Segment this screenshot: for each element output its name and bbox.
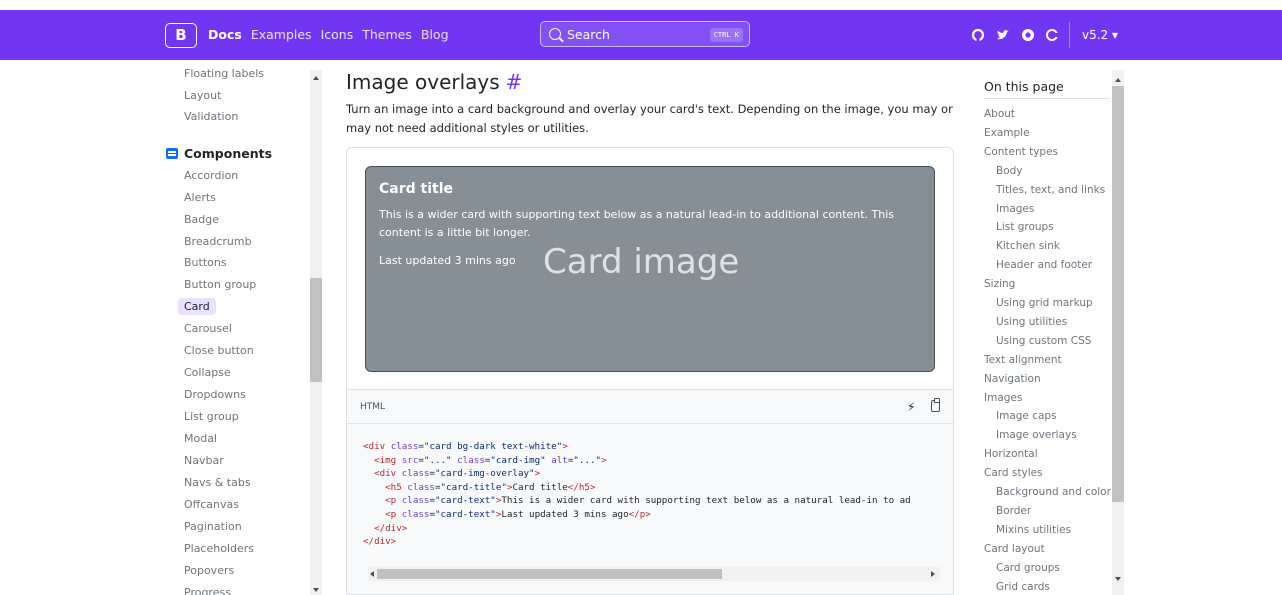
card-text: This is a wider card with supporting tex… xyxy=(379,208,895,239)
sidebar xyxy=(0,60,326,595)
page-title-text: Image overlays xyxy=(346,70,500,94)
toc-item[interactable]: Using custom CSS xyxy=(996,335,1091,347)
sidebar-item-validation[interactable]: Validation xyxy=(184,110,238,123)
toc-item[interactable]: Images xyxy=(984,392,1022,404)
scroll-right-icon[interactable] xyxy=(931,571,935,577)
sidebar-item-breadcrumb[interactable]: Breadcrumb xyxy=(184,235,252,248)
sidebar-item-list-group[interactable]: List group xyxy=(184,410,239,423)
toc-item[interactable]: Card styles xyxy=(984,467,1043,479)
card-image-placeholder: Card image xyxy=(543,242,740,282)
toc-item[interactable]: Example xyxy=(984,127,1030,139)
sidebar-scrollbar-thumb[interactable] xyxy=(310,278,322,382)
lightning-icon[interactable]: ⚡︎ xyxy=(907,400,915,414)
top-strip xyxy=(0,0,1282,10)
toc-item[interactable]: Image caps xyxy=(996,410,1057,422)
nav-link-docs[interactable]: Docs xyxy=(208,27,242,42)
sidebar-item-button-group[interactable]: Button group xyxy=(184,278,256,291)
toc-scrollbar-thumb[interactable] xyxy=(1112,86,1124,502)
sidebar-item-pagination[interactable]: Pagination xyxy=(184,520,242,533)
sidebar-item-close-button[interactable]: Close button xyxy=(184,344,254,357)
sidebar-item-navbar[interactable]: Navbar xyxy=(184,454,224,467)
image-overlay-card: Card title This is a wider card with sup… xyxy=(365,166,935,372)
toc-item[interactable]: List groups xyxy=(996,221,1054,233)
sidebar-item-card[interactable]: Card xyxy=(178,298,216,315)
components-section: Components xyxy=(166,146,272,161)
toc-item[interactable]: Border xyxy=(996,505,1031,517)
sidebar-item-modal[interactable]: Modal xyxy=(184,432,217,445)
sidebar-scroll-down-icon[interactable] xyxy=(313,588,319,592)
search-button[interactable]: Search CTRL K xyxy=(540,21,750,47)
toc-item[interactable]: Kitchen sink xyxy=(996,240,1060,252)
sidebar-item-carousel[interactable]: Carousel xyxy=(184,322,232,335)
nav-link-examples[interactable]: Examples xyxy=(251,27,312,42)
toc-item[interactable]: Navigation xyxy=(984,373,1041,385)
toc-item[interactable]: Content types xyxy=(984,146,1058,158)
top-navbar: B Docs Examples Icons Themes Blog Search… xyxy=(0,10,1282,60)
nav-link-icons[interactable]: Icons xyxy=(321,27,354,42)
sidebar-item-navs-tabs[interactable]: Navs & tabs xyxy=(184,476,251,489)
toc-item[interactable]: Card layout xyxy=(984,543,1045,555)
toc-item[interactable]: Titles, text, and links xyxy=(996,184,1105,196)
toc-item[interactable]: Card groups xyxy=(996,562,1060,574)
components-label: Components xyxy=(184,146,273,161)
sidebar-item-floating-labels[interactable]: Floating labels xyxy=(184,67,264,80)
toc-item[interactable]: Horizontal xyxy=(984,448,1038,460)
toc-item[interactable]: Grid cards xyxy=(996,581,1050,593)
card-updated: Last updated 3 mins ago xyxy=(379,254,516,267)
clipboard-icon[interactable] xyxy=(931,398,940,412)
toc-item[interactable]: Sizing xyxy=(984,278,1015,290)
code-language-label: HTML xyxy=(360,402,386,412)
section-description: Turn an image into a card background and… xyxy=(346,102,953,135)
twitter-icon[interactable] xyxy=(996,28,1010,42)
sidebar-item-dropdowns[interactable]: Dropdowns xyxy=(184,388,246,401)
toc-scroll-down-icon[interactable] xyxy=(1115,577,1121,581)
code-header: HTML ⚡︎ xyxy=(346,390,954,424)
nav-link-blog[interactable]: Blog xyxy=(421,27,449,42)
sidebar-item-layout[interactable]: Layout xyxy=(184,89,221,102)
toc-item[interactable]: Body xyxy=(996,165,1023,177)
sidebar-item-offcanvas[interactable]: Offcanvas xyxy=(184,498,239,511)
anchor-link[interactable]: # xyxy=(506,70,523,94)
nav-links: Docs Examples Icons Themes Blog xyxy=(208,27,449,42)
sidebar-item-popovers[interactable]: Popovers xyxy=(184,564,234,577)
toc-item[interactable]: Image overlays xyxy=(996,429,1077,441)
toc-scroll-up-icon[interactable] xyxy=(1115,78,1121,82)
sidebar-scroll-up-icon[interactable] xyxy=(313,76,319,80)
code-scrollbar-thumb[interactable] xyxy=(377,569,722,579)
toc-item[interactable]: Mixins utilities xyxy=(996,524,1071,536)
scroll-left-icon[interactable] xyxy=(370,571,374,577)
opencollective-icon[interactable] xyxy=(1021,28,1035,42)
toc-title: On this page xyxy=(984,79,1064,94)
card-title: Card title xyxy=(379,181,453,197)
sidebar-item-placeholders[interactable]: Placeholders xyxy=(184,542,254,555)
toc-item[interactable]: About xyxy=(984,108,1015,120)
sidebar-item-buttons[interactable]: Buttons xyxy=(184,256,227,269)
toc-item[interactable]: Images xyxy=(996,203,1034,215)
sidebar-item-progress[interactable]: Progress xyxy=(184,586,231,595)
toc-item[interactable]: Using utilities xyxy=(996,316,1067,328)
search-shortcut: CTRL K xyxy=(709,28,743,42)
toc-item[interactable]: Using grid markup xyxy=(996,297,1093,309)
sidebar-item-badge[interactable]: Badge xyxy=(184,213,219,226)
nav-link-themes[interactable]: Themes xyxy=(362,27,412,42)
components-icon xyxy=(166,148,178,159)
sidebar-item-collapse[interactable]: Collapse xyxy=(184,366,231,379)
sidebar-item-accordion[interactable]: Accordion xyxy=(184,169,238,182)
toc-item[interactable]: Header and footer xyxy=(996,259,1092,271)
toc-item[interactable]: Text alignment xyxy=(984,354,1062,366)
toc-divider xyxy=(984,98,1110,99)
bootstrap-logo[interactable]: B xyxy=(165,23,197,48)
circle-icon[interactable] xyxy=(1045,28,1059,42)
version-dropdown[interactable]: v5.2 ▾ xyxy=(1082,28,1118,42)
github-icon[interactable] xyxy=(971,28,985,42)
sidebar-item-alerts[interactable]: Alerts xyxy=(184,191,216,204)
code-lines: <div class="card bg-dark text-white"> <i… xyxy=(363,441,911,548)
navbar-divider xyxy=(1069,22,1070,48)
search-icon xyxy=(549,28,561,40)
page-title: Image overlays # xyxy=(346,70,522,94)
search-label: Search xyxy=(567,27,610,42)
toc-item[interactable]: Background and color xyxy=(996,486,1111,498)
